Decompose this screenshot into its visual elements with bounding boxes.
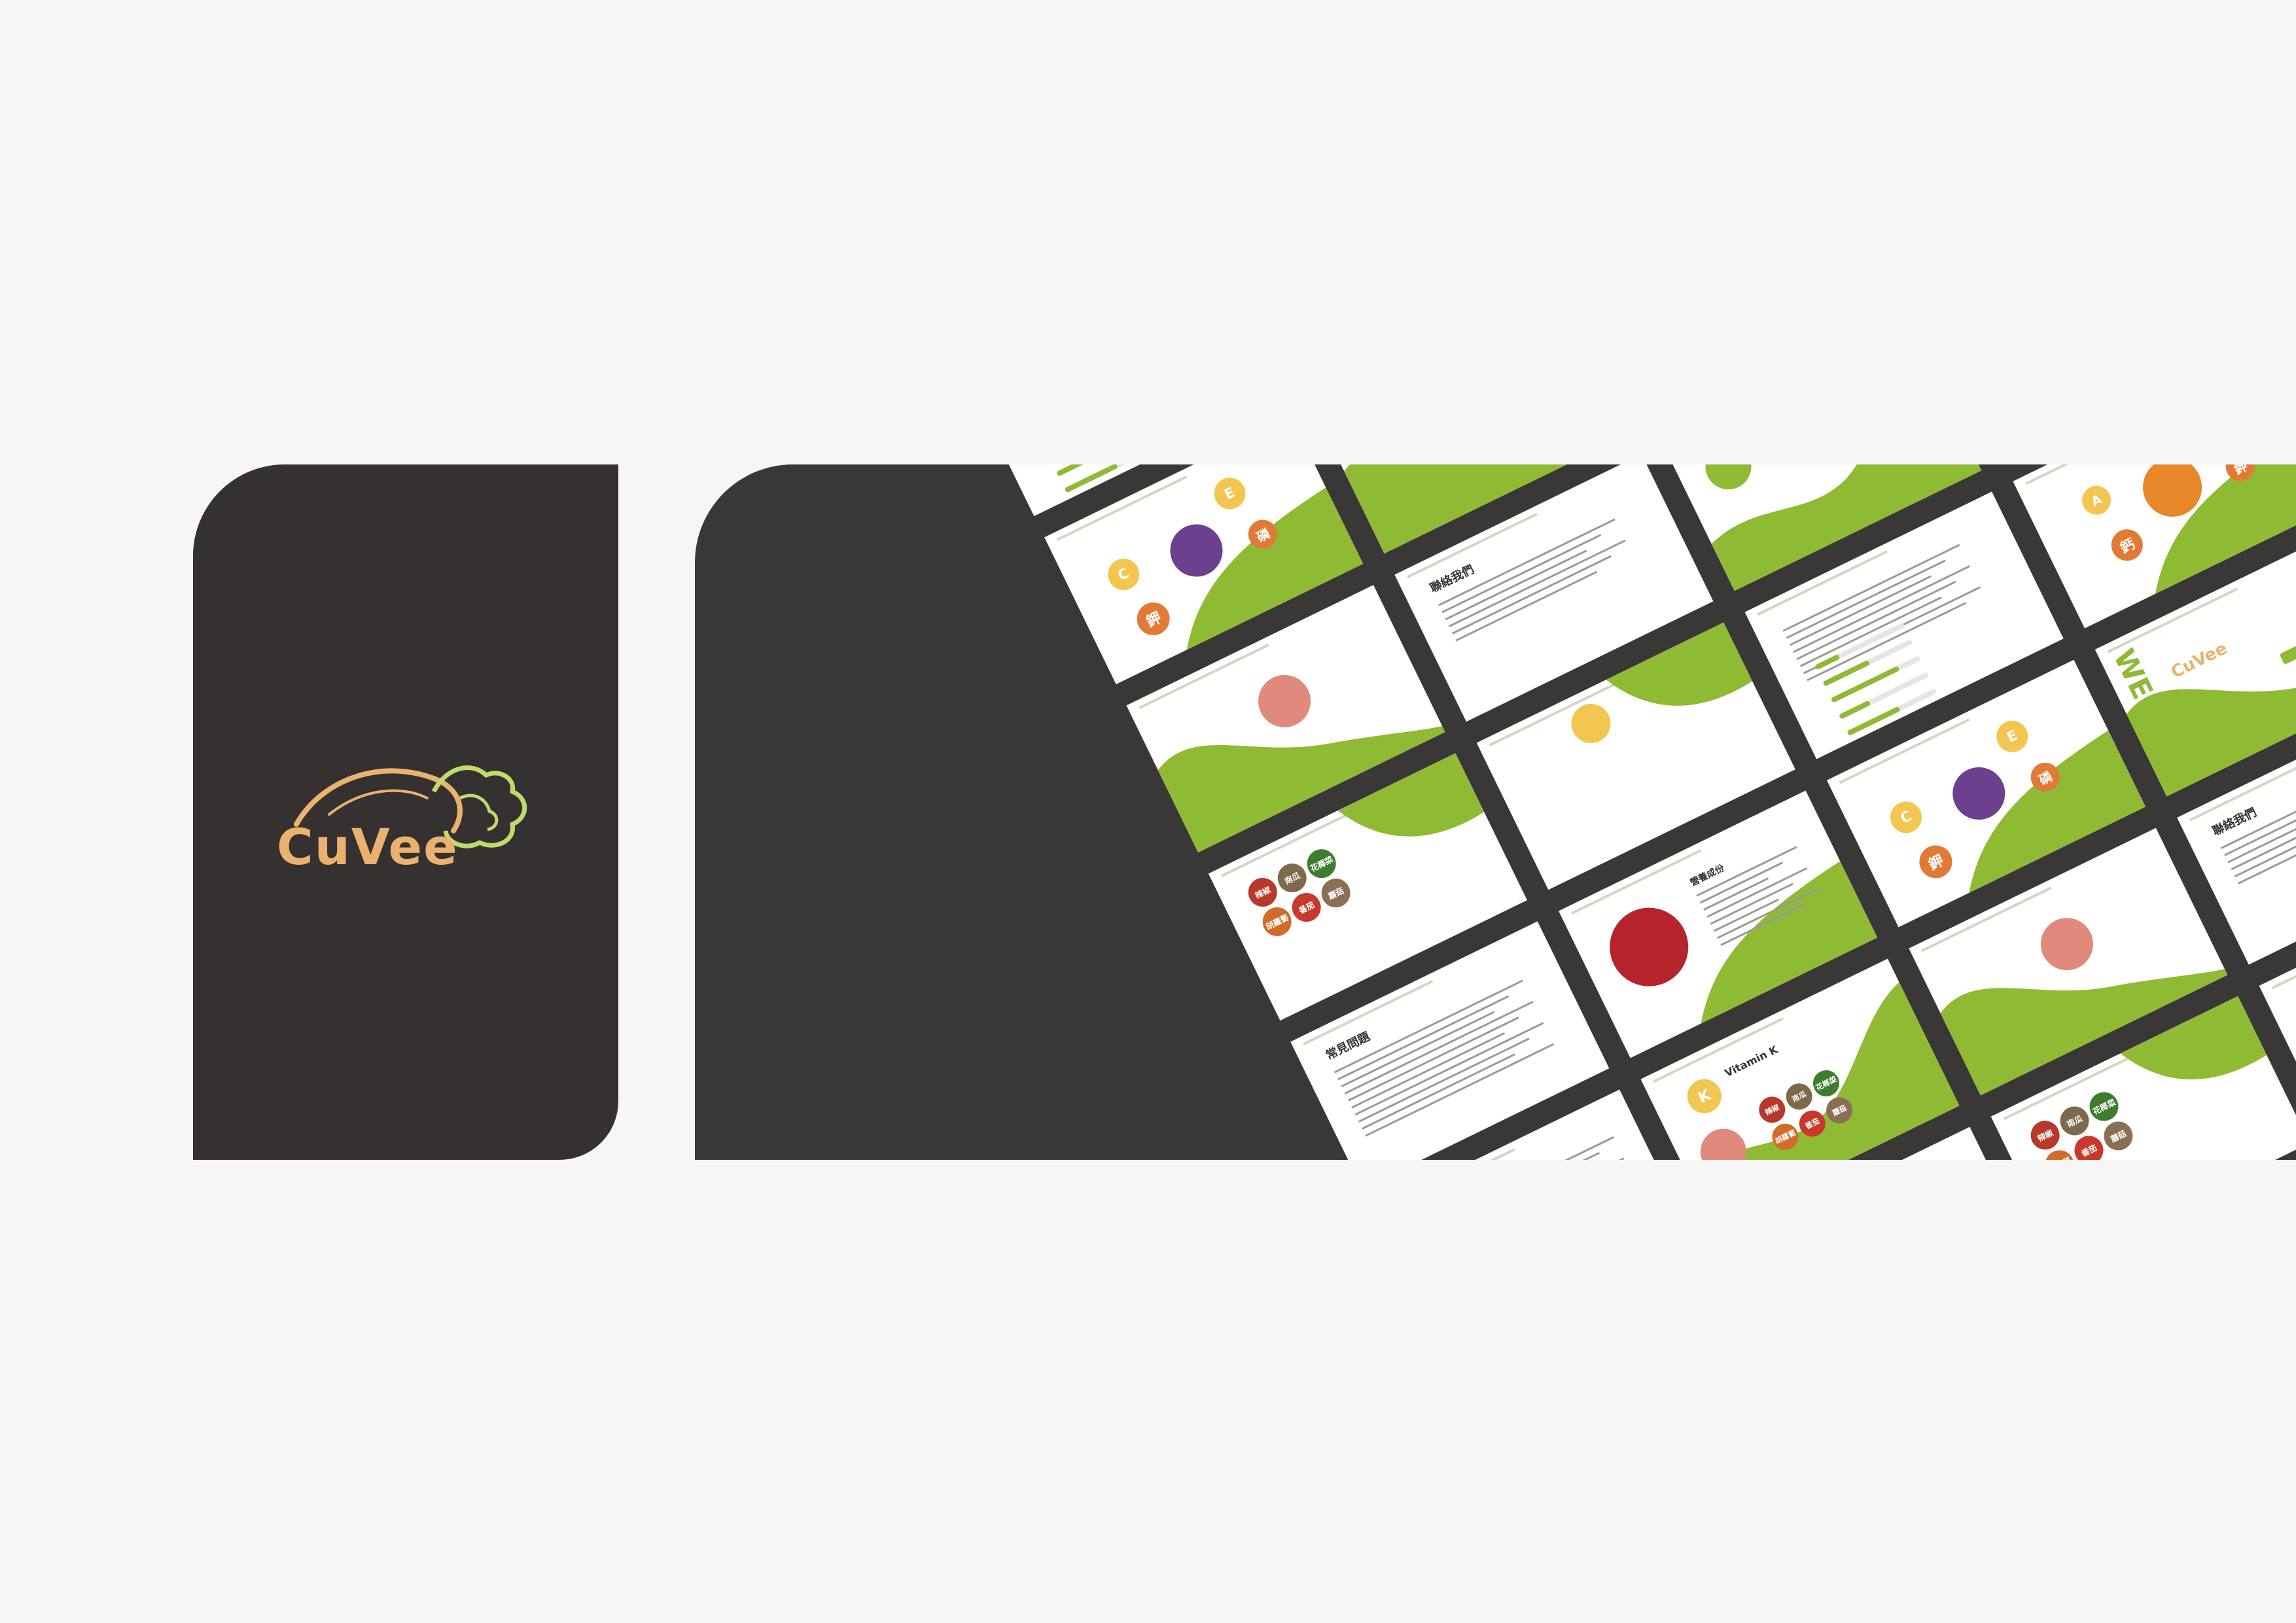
text-line [1333, 979, 1523, 1073]
text-line [1448, 539, 1626, 627]
progress-fill [1056, 464, 1089, 477]
app-screens-mockup: CE鉀磷辣椒南瓜花椰菜胡蘿蔔番茄蘑菇常見問題胡 蘿 蔔CarrotUPB2Vit… [695, 464, 2296, 1160]
text-line [1799, 596, 1942, 667]
brand-name: CuVee [277, 818, 459, 876]
text-line [1365, 1043, 1555, 1137]
text-line [1358, 1038, 1530, 1123]
text-line [1793, 565, 1971, 654]
text-line [1344, 1000, 1534, 1094]
logo-card: CuVee [193, 464, 618, 1160]
progress-fill [1838, 700, 1871, 720]
text-line [1347, 1016, 1519, 1102]
text-line [1354, 1022, 1544, 1116]
progress-fill [1830, 665, 1900, 703]
text-line [1455, 570, 1598, 642]
